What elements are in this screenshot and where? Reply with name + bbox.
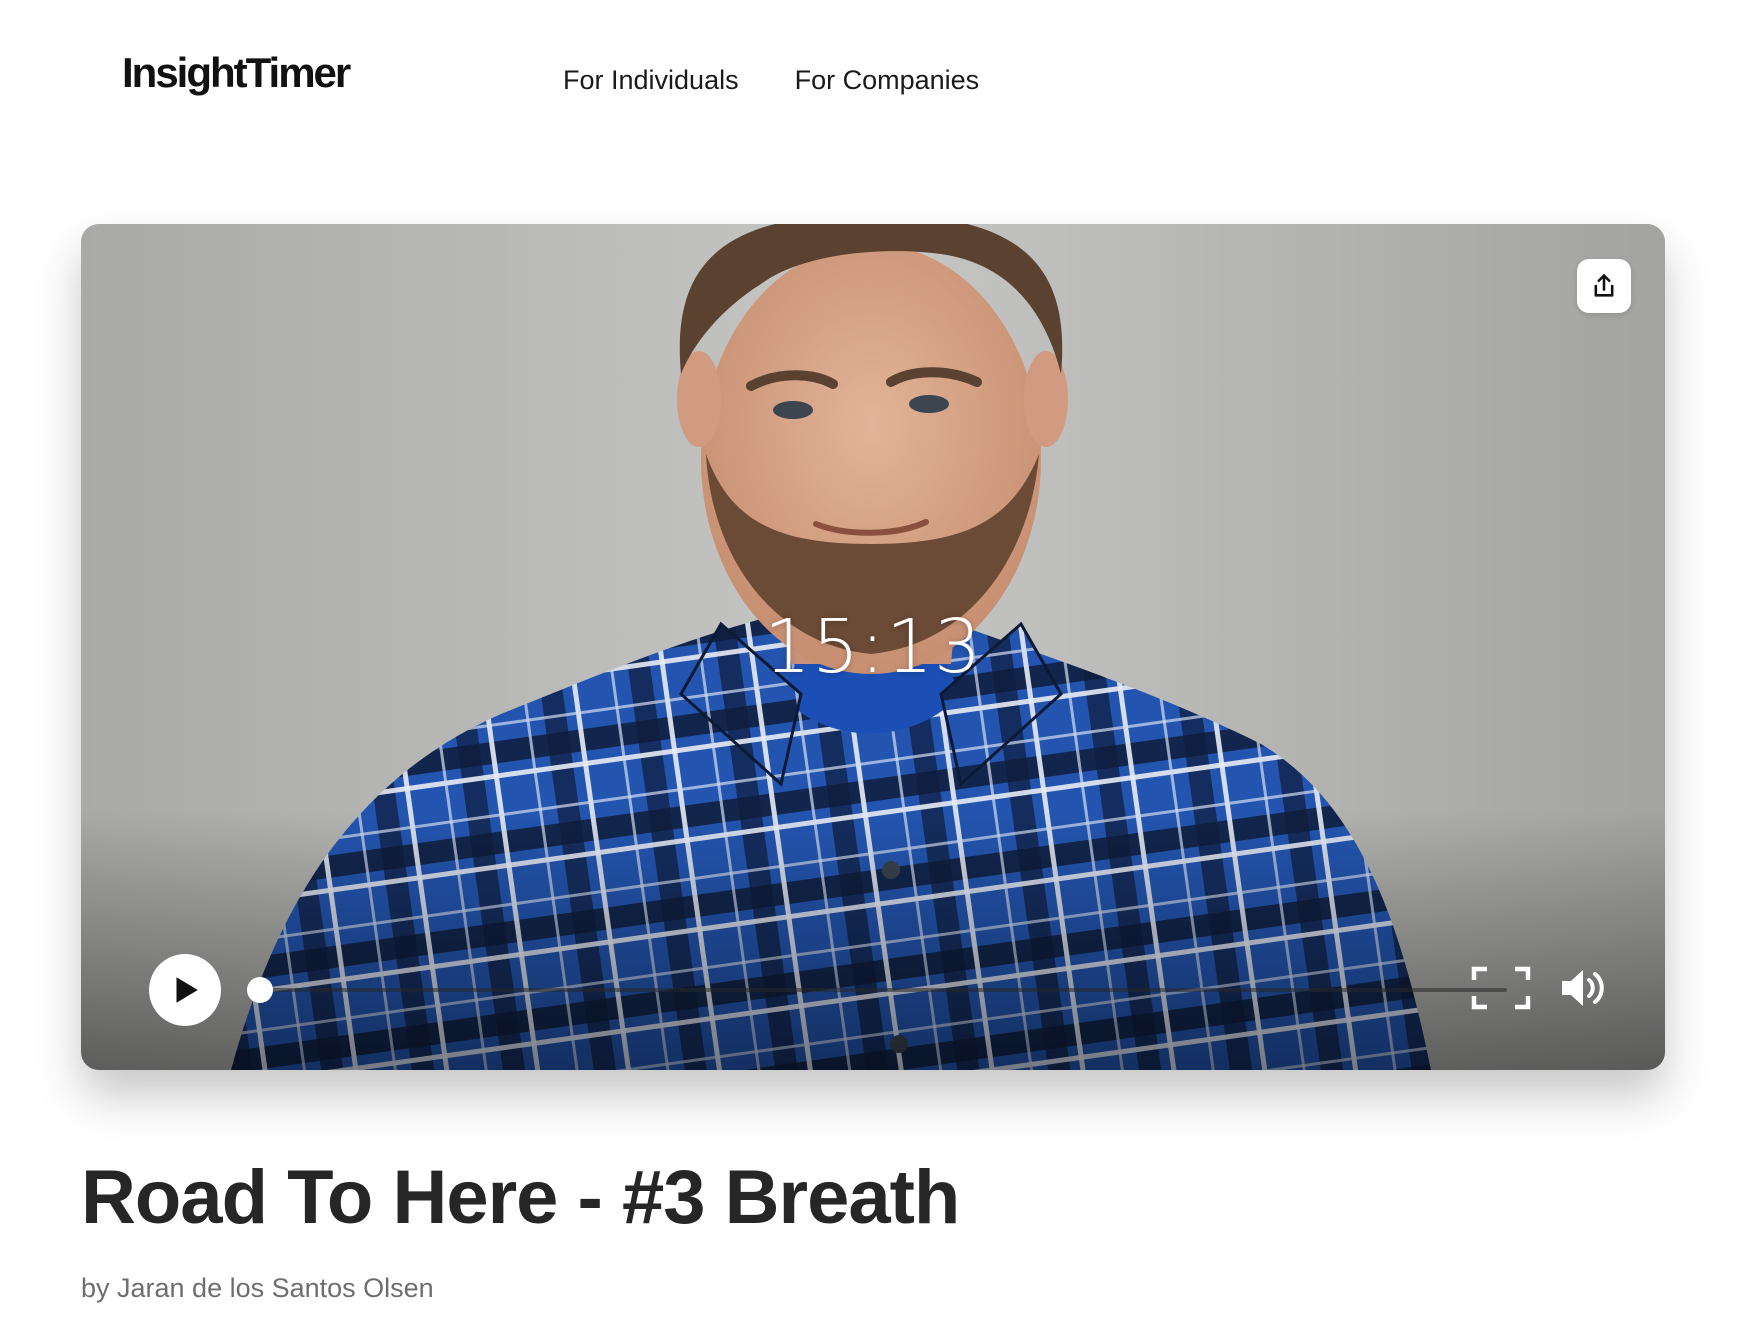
play-button[interactable]	[149, 954, 221, 1026]
fullscreen-icon	[1471, 966, 1531, 1010]
track-title: Road To Here - #3 Breath	[81, 1155, 960, 1240]
nav-for-individuals[interactable]: For Individuals	[563, 64, 739, 96]
progress-bar[interactable]	[246, 977, 1507, 1003]
volume-button[interactable]	[1559, 966, 1607, 1010]
fullscreen-button[interactable]	[1471, 966, 1531, 1010]
progress-handle[interactable]	[246, 977, 273, 1003]
site-header: InsightTimer For Individuals For Compani…	[0, 0, 1738, 160]
media-player: 15:13	[81, 224, 1665, 1070]
share-button[interactable]	[1577, 259, 1631, 313]
insight-timer-logo[interactable]: InsightTimer	[122, 52, 351, 94]
play-icon	[176, 977, 198, 1003]
track-author[interactable]: by Jaran de los Santos Olsen	[81, 1273, 434, 1304]
main-nav: For Individuals For Companies	[563, 64, 979, 96]
nav-for-companies[interactable]: For Companies	[795, 64, 980, 96]
volume-icon	[1562, 970, 1604, 1006]
duration-timer: 15:13	[763, 604, 983, 690]
share-upload-icon	[1594, 274, 1614, 297]
